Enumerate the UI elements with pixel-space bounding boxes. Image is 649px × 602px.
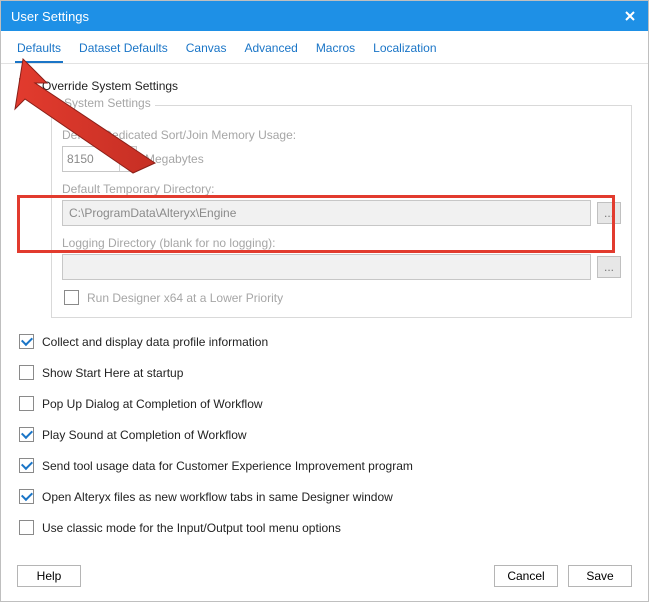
- dialog-body: Override System Settings System Settings…: [1, 64, 648, 535]
- tabs: Defaults Dataset Defaults Canvas Advanced Ma…: [1, 31, 648, 64]
- run-low-priority-checkbox[interactable]: [64, 290, 79, 305]
- memory-usage-unit: Megabytes: [145, 152, 204, 166]
- options-list: Collect and display data profile informa…: [17, 334, 632, 535]
- option-label: Show Start Here at startup: [42, 366, 183, 380]
- option-checkbox[interactable]: [19, 427, 34, 442]
- option-checkbox[interactable]: [19, 334, 34, 349]
- memory-usage-spinner: [62, 146, 137, 172]
- log-dir-row: ...: [62, 254, 621, 280]
- browse-temp-dir-button[interactable]: ...: [597, 202, 621, 224]
- dialog-footer: Help Cancel Save: [1, 565, 648, 601]
- log-dir-label: Logging Directory (blank for no logging)…: [62, 236, 621, 250]
- footer-right: Cancel Save: [494, 565, 632, 587]
- tab-macros[interactable]: Macros: [314, 39, 357, 63]
- close-icon[interactable]: [622, 8, 638, 24]
- help-button[interactable]: Help: [17, 565, 81, 587]
- tab-localization[interactable]: Localization: [371, 39, 438, 63]
- spinner-up-icon[interactable]: [120, 147, 136, 157]
- option-label: Send tool usage data for Customer Experi…: [42, 459, 413, 473]
- spinner-buttons: [119, 147, 136, 171]
- override-row: Override System Settings: [17, 78, 632, 93]
- option-row: Pop Up Dialog at Completion of Workflow: [17, 396, 632, 411]
- browse-log-dir-button[interactable]: ...: [597, 256, 621, 278]
- tab-defaults[interactable]: Defaults: [15, 39, 63, 63]
- user-settings-window: User Settings Defaults Dataset Defaults Ca…: [0, 0, 649, 602]
- temp-dir-label: Default Temporary Directory:: [62, 182, 621, 196]
- run-low-priority-row: Run Designer x64 at a Lower Priority: [62, 290, 621, 305]
- option-row: Collect and display data profile informa…: [17, 334, 632, 349]
- override-label: Override System Settings: [42, 79, 178, 93]
- temp-dir-input[interactable]: [62, 200, 591, 226]
- memory-usage-label: Default Dedicated Sort/Join Memory Usage…: [62, 128, 621, 142]
- option-label: Play Sound at Completion of Workflow: [42, 428, 247, 442]
- panel-title: System Settings: [60, 96, 155, 110]
- option-row: Show Start Here at startup: [17, 365, 632, 380]
- tab-advanced[interactable]: Advanced: [242, 39, 299, 63]
- log-dir-input[interactable]: [62, 254, 591, 280]
- tab-canvas[interactable]: Canvas: [184, 39, 229, 63]
- cancel-button[interactable]: Cancel: [494, 565, 558, 587]
- memory-usage-field: Megabytes: [62, 146, 621, 172]
- memory-usage-input[interactable]: [63, 147, 119, 171]
- titlebar: User Settings: [1, 1, 648, 31]
- option-checkbox[interactable]: [19, 365, 34, 380]
- spinner-down-icon[interactable]: [120, 157, 136, 167]
- run-low-priority-label: Run Designer x64 at a Lower Priority: [87, 291, 283, 305]
- option-label: Open Alteryx files as new workflow tabs …: [42, 490, 393, 504]
- override-checkbox[interactable]: [19, 78, 34, 93]
- tab-dataset-defaults[interactable]: Dataset Defaults: [77, 39, 170, 63]
- option-row: Open Alteryx files as new workflow tabs …: [17, 489, 632, 504]
- window-title: User Settings: [11, 9, 89, 24]
- system-settings-panel: System Settings Default Dedicated Sort/J…: [51, 105, 632, 318]
- save-button[interactable]: Save: [568, 565, 632, 587]
- option-row: Play Sound at Completion of Workflow: [17, 427, 632, 442]
- option-checkbox[interactable]: [19, 458, 34, 473]
- option-row: Use classic mode for the Input/Output to…: [17, 520, 632, 535]
- option-label: Pop Up Dialog at Completion of Workflow: [42, 397, 263, 411]
- option-checkbox[interactable]: [19, 520, 34, 535]
- option-row: Send tool usage data for Customer Experi…: [17, 458, 632, 473]
- temp-dir-row: ...: [62, 200, 621, 226]
- option-label: Use classic mode for the Input/Output to…: [42, 521, 341, 535]
- option-checkbox[interactable]: [19, 489, 34, 504]
- option-label: Collect and display data profile informa…: [42, 335, 268, 349]
- option-checkbox[interactable]: [19, 396, 34, 411]
